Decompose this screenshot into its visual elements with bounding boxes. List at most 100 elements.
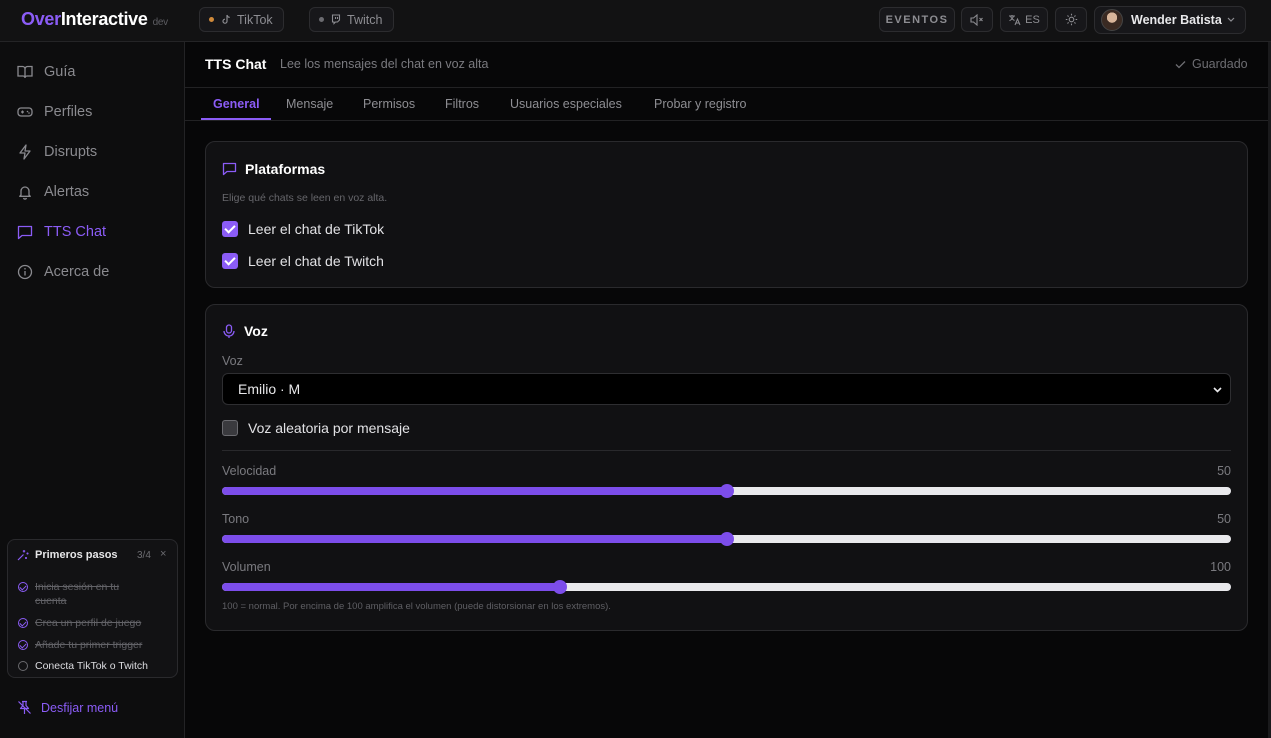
events-button[interactable]: EVENTOS — [879, 7, 955, 32]
sidebar-item-label: Acerca de — [44, 264, 110, 280]
twitch-chat-checkbox[interactable] — [222, 253, 238, 269]
tab-bar: General Mensaje Permisos Filtros Usuario… — [185, 88, 1271, 121]
onboarding-close-button[interactable]: × — [160, 548, 166, 560]
theme-toggle-button[interactable] — [1055, 7, 1087, 32]
random-voice-option[interactable]: Voz aleatoria por mensaje — [222, 420, 410, 436]
volume-value: 100 — [1210, 560, 1231, 574]
sidebar-item-label: TTS Chat — [44, 224, 107, 240]
onboarding-step-label: Añade tu primer trigger — [35, 639, 143, 651]
main-content: TTS Chat Lee los mensajes del chat en vo… — [185, 42, 1271, 738]
volume-slider-thumb[interactable] — [553, 580, 567, 594]
sun-icon — [1065, 13, 1077, 26]
twitch-chat-label: Leer el chat de Twitch — [248, 253, 384, 269]
chevron-down-icon — [1227, 17, 1235, 22]
check-icon — [1175, 60, 1186, 68]
sidebar-item-guia[interactable]: Guía — [17, 62, 75, 82]
voice-card: Voz Voz Emilio · M Voz aleatoria por men… — [205, 304, 1248, 631]
onboarding-step-label: Crea un perfil de juego — [35, 617, 142, 629]
platforms-hint: Elige qué chats se leen en voz alta. — [222, 192, 388, 204]
brand-part-interactive: Interactive — [60, 9, 148, 29]
voice-select-value: Emilio · M — [238, 381, 301, 397]
language-label: ES — [1025, 13, 1040, 26]
tiktok-status-chip[interactable]: TikTok — [199, 7, 284, 32]
sidebar-item-tts-chat[interactable]: TTS Chat — [17, 222, 106, 242]
tiktok-chat-option[interactable]: Leer el chat de TikTok — [222, 221, 384, 237]
sidebar-item-label: Disrupts — [44, 144, 98, 160]
sidebar-item-label: Alertas — [44, 184, 90, 200]
language-button[interactable]: ES — [1000, 7, 1048, 32]
sidebar-item-disrupts[interactable]: Disrupts — [17, 142, 97, 162]
gamepad-icon — [17, 107, 33, 117]
active-tab-indicator — [201, 118, 271, 120]
onboarding-step[interactable]: Inicia sesión en tu cuenta — [18, 580, 146, 608]
voice-select[interactable]: Emilio · M — [222, 373, 1231, 405]
tiktok-icon — [222, 14, 230, 24]
onboarding-step-label: Inicia sesión en tu cuenta — [35, 581, 120, 607]
speed-value: 50 — [1217, 464, 1231, 478]
tiktok-chat-checkbox[interactable] — [222, 221, 238, 237]
voice-divider — [222, 450, 1231, 451]
pin-off-icon — [18, 700, 31, 714]
sparkles-icon — [17, 550, 29, 561]
check-circle-icon — [18, 640, 28, 650]
random-voice-checkbox[interactable] — [222, 420, 238, 436]
unpin-menu-button[interactable]: Desfijar menú — [17, 700, 118, 715]
speed-slider[interactable] — [222, 484, 1231, 498]
avatar — [1101, 9, 1123, 31]
pitch-slider[interactable] — [222, 532, 1231, 546]
pitch-label: Tono — [222, 512, 250, 526]
sidebar: Guía Perfiles Disrupts Alertas TTS Chat … — [0, 42, 185, 738]
volume-slider[interactable] — [222, 580, 1231, 594]
sidebar-item-perfiles[interactable]: Perfiles — [17, 102, 92, 122]
mute-button[interactable] — [961, 7, 993, 32]
sidebar-item-label: Perfiles — [44, 104, 93, 120]
sidebar-item-alertas[interactable]: Alertas — [17, 182, 89, 202]
speed-label: Velocidad — [222, 464, 277, 478]
brand-logo[interactable]: OverInteractive dev — [21, 9, 168, 30]
check-circle-icon — [18, 582, 28, 592]
tab-usuarios-especiales[interactable]: Usuarios especiales — [510, 97, 622, 111]
unpin-menu-label: Desfijar menú — [41, 700, 119, 715]
tab-permisos[interactable]: Permisos — [363, 97, 415, 111]
sidebar-item-label: Guía — [44, 64, 76, 80]
tab-probar-y-registro[interactable]: Probar y registro — [654, 97, 746, 111]
book-icon — [17, 65, 33, 79]
tiktok-chip-label: TikTok — [237, 12, 273, 27]
onboarding-step[interactable]: Añade tu primer trigger — [18, 638, 142, 652]
tab-general[interactable]: General — [213, 97, 260, 111]
saved-status: Guardado — [1175, 57, 1248, 71]
chat-icon — [222, 162, 237, 176]
platforms-card-title: Plataformas — [222, 161, 325, 177]
pitch-slider-fill — [222, 535, 727, 543]
microphone-icon — [223, 323, 235, 338]
sidebar-item-acerca-de[interactable]: Acerca de — [17, 262, 109, 282]
twitch-status-chip[interactable]: Twitch — [309, 7, 394, 32]
onboarding-step[interactable]: Conecta TikTok o Twitch — [18, 659, 148, 673]
voice-card-title: Voz — [222, 323, 268, 339]
bolt-icon — [19, 144, 31, 160]
twitch-chip-label: Twitch — [347, 12, 383, 27]
events-button-label: EVENTOS — [885, 13, 949, 26]
speed-slider-fill — [222, 487, 727, 495]
onboarding-header: Primeros pasos — [17, 549, 118, 561]
bell-icon — [19, 186, 31, 200]
onboarding-title: Primeros pasos — [35, 549, 118, 561]
brand-part-over: Over — [21, 9, 61, 29]
tab-filtros[interactable]: Filtros — [445, 97, 479, 111]
onboarding-progress: 3/4 — [137, 550, 151, 561]
tab-mensaje[interactable]: Mensaje — [286, 97, 333, 111]
volume-note: 100 = normal. Por encima de 100 amplific… — [222, 601, 611, 612]
speed-slider-thumb[interactable] — [719, 484, 734, 498]
top-bar: OverInteractive dev TikTok Twitch EVENTOS… — [0, 0, 1271, 42]
voice-select-label: Voz — [222, 354, 243, 368]
empty-circle-icon — [18, 661, 28, 671]
page-subtitle: Lee los mensajes del chat en voz alta — [280, 57, 489, 71]
twitch-chat-option[interactable]: Leer el chat de Twitch — [222, 253, 384, 269]
pitch-value: 50 — [1217, 512, 1231, 526]
info-icon — [17, 264, 33, 280]
onboarding-step[interactable]: Crea un perfil de juego — [18, 616, 141, 630]
voice-title-text: Voz — [244, 323, 268, 339]
pitch-slider-thumb[interactable] — [719, 532, 734, 546]
volume-slider-fill — [222, 583, 560, 591]
user-menu[interactable]: Wender Batista — [1094, 6, 1246, 34]
